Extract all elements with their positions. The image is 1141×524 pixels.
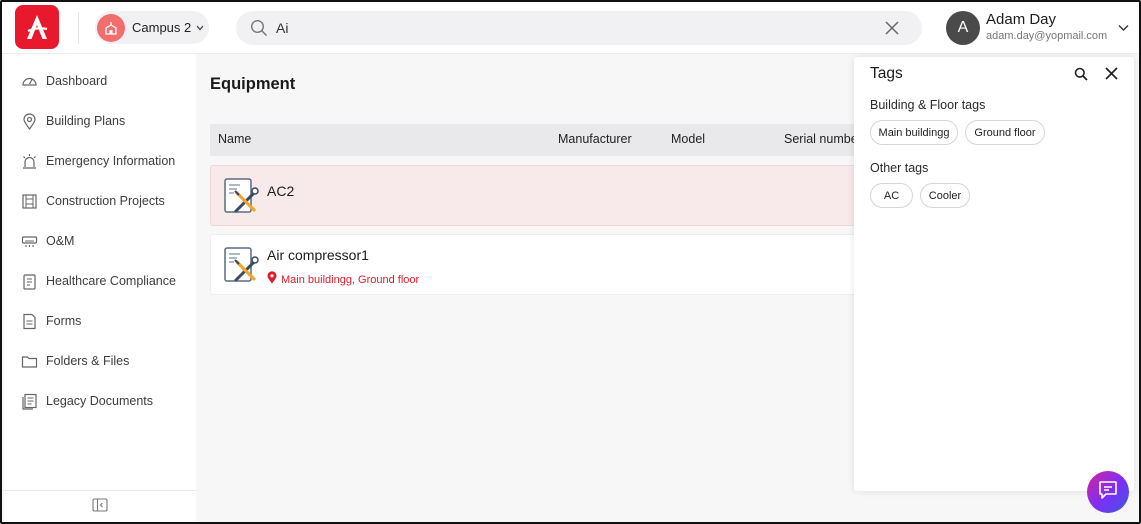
user-email: adam.day@yopmail.com <box>986 30 1108 42</box>
search-icon <box>250 19 268 42</box>
ac-unit-icon <box>20 232 38 250</box>
app-window: Campus 2 A Adam Day adam.day@yopmail.com <box>0 0 1141 524</box>
sidebar-item-dashboard[interactable]: Dashboard <box>4 63 196 99</box>
equipment-location: Main buildingg, Ground floor <box>267 271 419 289</box>
chat-button[interactable] <box>1087 471 1129 513</box>
avatar: A <box>946 11 980 45</box>
clipboard-icon <box>20 272 38 290</box>
collapse-sidebar-icon <box>92 498 108 517</box>
sidebar-item-label: Construction Projects <box>46 194 165 208</box>
close-icon[interactable] <box>884 20 900 41</box>
tag-chip[interactable]: AC <box>870 183 913 208</box>
sidebar-item-om[interactable]: O&M <box>4 223 196 259</box>
dashboard-icon <box>20 72 38 90</box>
sidebar-item-label: Folders & Files <box>46 354 130 368</box>
equipment-tools-icon <box>224 247 260 288</box>
user-name: Adam Day <box>986 11 1057 28</box>
location-pin-icon <box>20 112 38 130</box>
campus-label: Campus 2 <box>132 20 192 35</box>
sidebar-item-label: Emergency Information <box>46 154 176 168</box>
brand-logo-icon[interactable] <box>15 5 59 49</box>
chevron-down-icon[interactable] <box>1118 19 1129 37</box>
close-icon[interactable] <box>1104 66 1119 86</box>
sidebar-item-label: Legacy Documents <box>46 394 154 408</box>
tag-chip[interactable]: Cooler <box>920 183 970 208</box>
page-title: Equipment <box>210 75 296 93</box>
equipment-name: Air compressor1 <box>267 247 369 263</box>
user-menu[interactable]: A Adam Day adam.day@yopmail.com <box>946 7 1136 47</box>
sidebar-item-label: Building Plans <box>46 114 126 128</box>
tag-group-label: Other tags <box>870 161 929 175</box>
global-search <box>236 11 922 45</box>
folder-icon <box>20 352 38 370</box>
sidebar-item-construction-projects[interactable]: Construction Projects <box>4 183 196 219</box>
sidebar-item-building-plans[interactable]: Building Plans <box>4 103 196 139</box>
table-header: Name Manufacturer Model Serial numbe <box>210 124 890 156</box>
tag-group-label: Building & Floor tags <box>870 98 986 112</box>
campus-selector[interactable]: Campus 2 <box>95 11 209 44</box>
sidebar-item-legacy-documents[interactable]: Legacy Documents <box>4 383 196 419</box>
sidebar-item-label: O&M <box>46 234 75 248</box>
header-divider <box>78 12 79 44</box>
sidebar-item-forms[interactable]: Forms <box>4 303 196 339</box>
sidebar-item-healthcare-compliance[interactable]: Healthcare Compliance <box>4 263 196 299</box>
search-icon[interactable] <box>1074 67 1088 86</box>
location-pin-icon <box>267 271 277 289</box>
form-icon <box>20 312 38 330</box>
sidebar: Dashboard Building Plans Emergency Infor… <box>4 54 196 522</box>
column-header-manufacturer[interactable]: Manufacturer <box>558 132 632 146</box>
chat-icon <box>1097 479 1119 506</box>
column-header-serial-number[interactable]: Serial numbe <box>784 132 858 146</box>
chevron-down-icon <box>196 23 204 33</box>
sidebar-item-folders-files[interactable]: Folders & Files <box>4 343 196 379</box>
search-input[interactable] <box>276 11 876 45</box>
sidebar-item-label: Forms <box>46 314 82 328</box>
documents-icon <box>20 392 38 410</box>
table-row[interactable]: AC2 <box>210 165 890 226</box>
column-header-model[interactable]: Model <box>671 132 705 146</box>
equipment-tools-icon <box>224 178 260 219</box>
siren-icon <box>20 152 38 170</box>
equipment-name: AC2 <box>267 183 295 199</box>
campus-building-icon <box>97 13 125 42</box>
top-header: Campus 2 A Adam Day adam.day@yopmail.com <box>2 2 1139 54</box>
column-header-name[interactable]: Name <box>218 132 251 146</box>
tags-panel-title: Tags <box>870 65 903 82</box>
table-row[interactable]: Air compressor1 Main buildingg, Ground f… <box>210 234 890 295</box>
tag-chip[interactable]: Ground floor <box>965 120 1045 145</box>
collapse-sidebar-button[interactable] <box>4 490 196 522</box>
location-text: Main buildingg, Ground floor <box>281 274 420 286</box>
tag-chip[interactable]: Main buildingg <box>870 120 958 145</box>
sidebar-item-label: Dashboard <box>46 74 108 88</box>
sidebar-item-emergency-information[interactable]: Emergency Information <box>4 143 196 179</box>
sidebar-item-label: Healthcare Compliance <box>46 274 176 288</box>
tags-panel: Tags Building & Floor tags Main building… <box>854 57 1134 491</box>
construction-icon <box>20 192 38 210</box>
